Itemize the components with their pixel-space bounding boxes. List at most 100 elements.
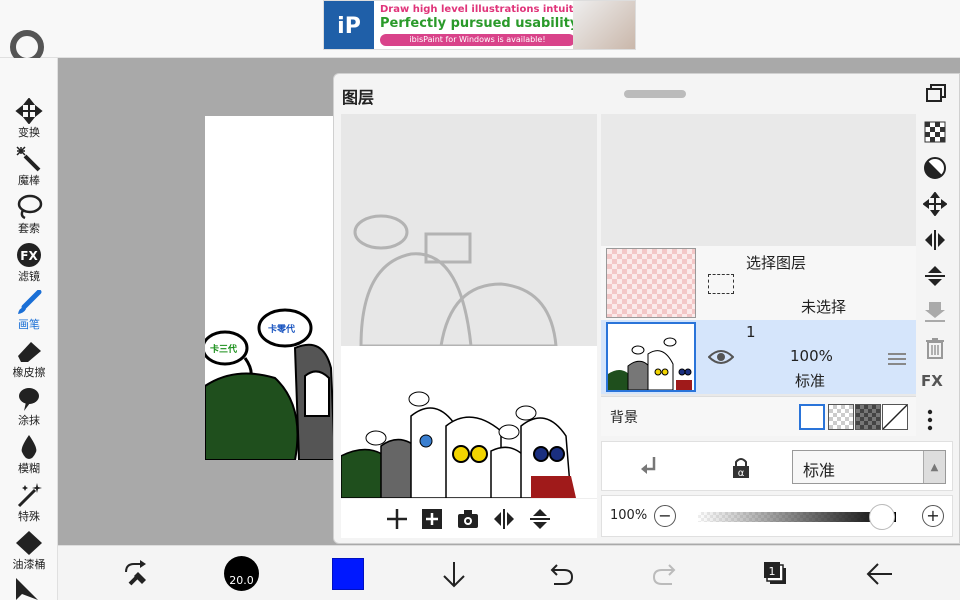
tool-blur[interactable]: 模糊 xyxy=(0,434,58,482)
flip-layer-vertical-icon[interactable] xyxy=(923,264,947,288)
preview-toolbar xyxy=(341,498,597,538)
merge-down-icon[interactable] xyxy=(923,300,947,324)
select-arrow-icon[interactable] xyxy=(12,578,46,600)
preview-artwork xyxy=(341,391,576,498)
blend-row: α 标准 ▲ xyxy=(601,441,953,491)
redo-icon[interactable] xyxy=(650,558,682,590)
flip-layer-horizontal-icon[interactable] xyxy=(923,228,947,252)
layers-list[interactable]: 选择图层 未选择 1 100% 标准 xyxy=(601,114,916,434)
layers-button-icon[interactable]: 1 xyxy=(762,560,788,586)
tool-magic-wand[interactable]: 魔棒 xyxy=(0,146,58,194)
selection-layer-row[interactable]: 选择图层 未选择 xyxy=(601,246,916,320)
checker-transparency-icon[interactable] xyxy=(923,120,947,144)
ad-line-3: ibisPaint for Windows is available! xyxy=(380,34,575,46)
layer-panel: 图层 选择图层 未选择 1 100% 标准 背景 α 标准 ▲ 100% − +… xyxy=(333,73,960,544)
layer-preview-background xyxy=(341,114,597,348)
dropdown-arrow-icon: ▲ xyxy=(923,451,945,483)
opacity-minus-button[interactable]: − xyxy=(654,505,676,527)
panel-drag-handle[interactable] xyxy=(624,90,686,98)
tool-label: 特殊 xyxy=(18,510,40,523)
background-label: 背景 xyxy=(610,410,638,426)
selection-layer-thumbnail xyxy=(606,248,696,318)
current-color-swatch[interactable] xyxy=(332,558,364,590)
clipping-icon[interactable] xyxy=(638,455,660,479)
tool-label: 油漆桶 xyxy=(12,558,46,571)
window-mode-icon[interactable] xyxy=(925,83,947,103)
magic-wand-icon xyxy=(16,146,41,172)
canvas-bubble-1: 卡三代 xyxy=(210,345,238,355)
left-toolbar: 变换 魔棒 套索 FX 滤镜 画笔 橡皮擦 涂抹 模糊 特殊 油漆桶 xyxy=(0,58,58,600)
bottom-toolbar: 20.0 1 xyxy=(58,545,960,600)
tool-label: 涂抹 xyxy=(18,414,40,427)
smudge-icon xyxy=(19,388,39,411)
bg-white-swatch[interactable] xyxy=(799,404,825,430)
tool-transform[interactable]: 变换 xyxy=(0,98,58,146)
tool-label: 魔棒 xyxy=(18,174,40,187)
undo-icon[interactable] xyxy=(544,558,576,590)
ad-banner[interactable]: iP Draw high level illustrations intuiti… xyxy=(323,0,636,50)
brush-icon xyxy=(18,290,42,314)
tool-special[interactable]: 特殊 xyxy=(0,482,58,530)
layer-fx-button[interactable]: FX xyxy=(921,372,943,390)
lasso-icon xyxy=(17,194,43,220)
svg-text:1: 1 xyxy=(769,565,776,578)
tool-filter[interactable]: FX 滤镜 xyxy=(0,242,58,290)
add-special-layer-icon[interactable] xyxy=(420,507,444,531)
eraser-icon xyxy=(18,342,41,362)
top-bar: iP Draw high level illustrations intuiti… xyxy=(0,0,960,64)
opacity-slider[interactable] xyxy=(698,512,896,522)
tool-smudge[interactable]: 涂抹 xyxy=(0,386,58,434)
ad-character-image xyxy=(573,1,635,49)
lock-alpha-icon[interactable]: α xyxy=(730,455,752,479)
reorder-handle-icon[interactable] xyxy=(888,352,906,366)
opacity-label: 100% xyxy=(610,508,648,523)
blend-mode-select[interactable]: 标准 ▲ xyxy=(792,450,946,484)
svg-text:α: α xyxy=(738,468,745,479)
ad-line-2: Perfectly pursued usability! xyxy=(380,16,585,31)
svg-text:FX: FX xyxy=(20,249,38,263)
layer-1-number: 1 xyxy=(746,323,756,341)
blend-mode-value: 标准 xyxy=(803,461,836,480)
tool-bucket[interactable]: 油漆桶 xyxy=(0,530,58,578)
move-layer-icon[interactable] xyxy=(923,192,947,216)
tool-lasso[interactable]: 套索 xyxy=(0,194,58,242)
selection-dashed-icon xyxy=(708,274,734,294)
tool-brush[interactable]: 画笔 xyxy=(0,290,58,338)
layer-1-thumbnail xyxy=(606,322,696,392)
background-row: 背景 xyxy=(601,396,916,436)
camera-icon[interactable] xyxy=(456,507,480,531)
bg-none-swatch[interactable] xyxy=(882,404,908,430)
panel-title: 图层 xyxy=(342,88,375,107)
ibispaint-logo: iP xyxy=(324,1,374,49)
eye-icon[interactable] xyxy=(708,348,734,366)
opacity-row: 100% − + xyxy=(601,495,953,537)
fx-filter-icon: FX xyxy=(17,243,41,267)
brush-size-indicator[interactable]: 20.0 xyxy=(224,556,259,591)
tool-eraser[interactable]: 橡皮擦 xyxy=(0,338,58,386)
tool-label: 变换 xyxy=(18,126,40,139)
canvas-document[interactable]: 卡三代 卡零代 xyxy=(205,116,335,460)
flip-horizontal-icon[interactable] xyxy=(492,507,516,531)
tool-label: 橡皮擦 xyxy=(12,366,46,379)
add-layer-icon[interactable] xyxy=(385,507,409,531)
opacity-plus-button[interactable]: + xyxy=(922,505,944,527)
bg-checker-swatch[interactable] xyxy=(828,404,854,430)
ad-line-1: Draw high level illustrations intuitivel… xyxy=(380,4,605,15)
arrow-down-icon[interactable] xyxy=(438,558,470,590)
trash-icon[interactable] xyxy=(923,336,947,360)
canvas-bubble-2: 卡零代 xyxy=(268,325,296,335)
bucket-icon xyxy=(16,531,42,555)
opacity-slider-thumb[interactable] xyxy=(869,504,896,530)
bg-dark-checker-swatch[interactable] xyxy=(855,404,881,430)
back-arrow-icon[interactable] xyxy=(864,558,896,590)
tool-switch-icon[interactable] xyxy=(120,558,152,590)
blur-icon xyxy=(21,435,37,459)
more-options-icon[interactable] xyxy=(926,408,934,432)
special-icon xyxy=(17,483,42,508)
layer-1-blend-mode: 标准 xyxy=(795,372,826,390)
invert-circle-icon[interactable] xyxy=(923,156,947,180)
layer-row-1[interactable]: 1 100% 标准 xyxy=(601,320,916,394)
flip-vertical-icon[interactable] xyxy=(528,507,552,531)
layer-preview xyxy=(341,346,597,498)
tool-label: 滤镜 xyxy=(18,270,40,283)
